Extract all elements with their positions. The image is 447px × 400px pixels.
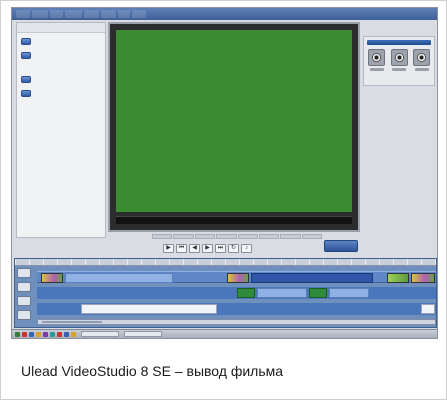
video-track-icon[interactable] (17, 268, 31, 278)
preview-screen (116, 30, 352, 212)
overlay-clip[interactable] (257, 288, 307, 298)
share-button[interactable] (324, 240, 358, 252)
title-track-icon[interactable] (17, 296, 31, 306)
preview-status-bar (116, 216, 352, 224)
app-icon[interactable] (29, 331, 34, 337)
taskbar-task[interactable] (81, 331, 119, 337)
overlay-track (37, 287, 436, 299)
overlay-clip[interactable] (329, 288, 369, 298)
menu-tab[interactable] (65, 10, 83, 18)
timeline (14, 258, 437, 328)
end-icon[interactable]: ⏭ (215, 243, 226, 253)
title-clip[interactable] (421, 304, 435, 314)
taskbar (12, 329, 437, 338)
video-track (37, 271, 436, 283)
figure-caption: Ulead VideoStudio 8 SE – вывод фильма (21, 363, 284, 379)
app-icon[interactable] (50, 331, 55, 337)
panel-item[interactable] (21, 36, 101, 47)
options-panel (363, 36, 435, 86)
panel-item[interactable] (21, 88, 101, 99)
menu-tab[interactable] (118, 10, 130, 18)
panel-title (17, 23, 105, 33)
figure: ▶ ⏮ ◀ ▶ ⏭ ↻ ♪ Ulead VideoStudio 8 SE – в… (0, 0, 447, 400)
video-clip[interactable] (387, 273, 409, 283)
timeline-scrollbar[interactable] (37, 319, 436, 325)
menu-tab[interactable] (50, 10, 64, 18)
panel-separator (21, 63, 101, 71)
start-icon[interactable] (15, 331, 20, 337)
app-screenshot: ▶ ⏮ ◀ ▶ ⏭ ↻ ♪ (11, 7, 438, 339)
home-icon[interactable]: ⏮ (176, 243, 187, 253)
video-clip[interactable] (41, 273, 63, 283)
volume-icon[interactable]: ♪ (241, 243, 252, 253)
app-icon[interactable] (22, 331, 27, 337)
repeat-icon[interactable]: ↻ (228, 243, 239, 253)
next-frame-icon[interactable]: ▶ (202, 243, 213, 253)
audio-track-icon[interactable] (17, 310, 31, 320)
share-options-panel (16, 22, 106, 238)
play-icon[interactable]: ▶ (163, 243, 174, 253)
track-headers (17, 268, 35, 320)
overlay-clip[interactable] (237, 288, 255, 298)
menu-tab[interactable] (16, 10, 31, 18)
app-icon[interactable] (71, 331, 76, 337)
speaker-icon (368, 49, 385, 66)
speaker-preset[interactable] (368, 49, 385, 71)
speaker-icon (390, 49, 408, 66)
video-clip[interactable] (65, 273, 173, 283)
film-icon (21, 38, 31, 45)
menu-tab[interactable] (32, 10, 49, 18)
prev-frame-icon[interactable]: ◀ (189, 243, 200, 253)
video-clip[interactable] (251, 273, 373, 283)
playback-controls: ▶ ⏮ ◀ ▶ ⏭ ↻ ♪ (158, 242, 252, 254)
video-clip[interactable] (411, 273, 435, 283)
panel-item[interactable] (21, 74, 101, 85)
audio-icon (21, 76, 31, 83)
title-clip[interactable] (81, 304, 217, 314)
panel-item[interactable] (21, 50, 101, 61)
video-clip[interactable] (227, 273, 249, 283)
film-icon (21, 52, 31, 59)
speaker-icon (413, 49, 430, 66)
taskbar-task[interactable] (124, 331, 162, 337)
menu-tab[interactable] (84, 10, 99, 18)
overlay-clip[interactable] (309, 288, 327, 298)
app-icon[interactable] (64, 331, 69, 337)
title-track (37, 303, 436, 315)
menu-tab-share[interactable] (131, 10, 147, 18)
audio-presets (364, 45, 434, 71)
overlay-track-icon[interactable] (17, 282, 31, 292)
timeline-ruler[interactable] (15, 259, 436, 266)
app-icon[interactable] (36, 331, 41, 337)
scrub-bar[interactable] (152, 234, 322, 239)
app-icon[interactable] (43, 331, 48, 337)
menu-bar (12, 8, 437, 20)
app-icon[interactable] (57, 331, 62, 337)
menu-tab[interactable] (100, 10, 117, 18)
speaker-preset[interactable] (413, 49, 430, 71)
preview-window (108, 22, 360, 232)
disc-icon (21, 90, 31, 97)
speaker-preset[interactable] (390, 49, 408, 71)
